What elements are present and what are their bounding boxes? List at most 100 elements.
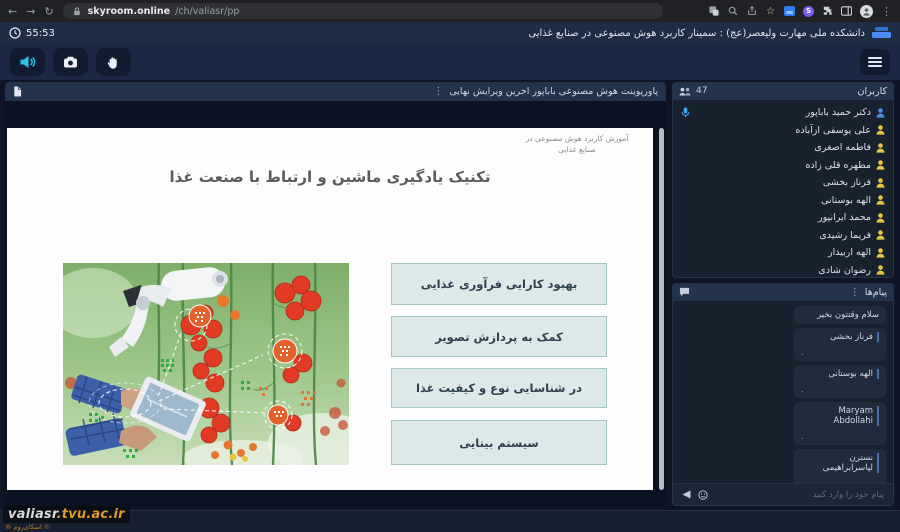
extension-blue-icon[interactable] (784, 6, 795, 16)
user-person-icon (876, 195, 885, 205)
url-host: skyroom.online (88, 6, 170, 17)
slide-bullet-box: در شناسایی نوع و کیفیت غذا (391, 368, 607, 408)
browser-back-icon[interactable]: ← (8, 6, 17, 17)
chat-message: الهه بوستانی. (794, 365, 886, 398)
speaker-button[interactable] (10, 48, 45, 76)
chat-message: فرناز بخشی. (794, 328, 886, 361)
presentation-file-title: پاورپوینت هوش مصنوعی باباپور اخرین ویرای… (449, 86, 658, 97)
users-list: دکتر حمید باباپور علی یوسفی ازآباده فاطمه … (672, 100, 894, 278)
chat-message-sender: نسترن لپاسرابراهیمی (801, 453, 879, 473)
chat-message-text: . (801, 349, 879, 357)
chat-message-list: سلام وقتتون بخیرفرناز بخشی.الهه بوستانی.… (673, 301, 893, 483)
lock-icon (72, 6, 83, 17)
user-name: الهه اربیدار (828, 247, 871, 258)
chat-message-sender: فرناز بخشی (801, 332, 879, 342)
browser-forward-icon[interactable]: → (26, 6, 35, 17)
user-name: رضوان شادی (818, 265, 871, 276)
chat-input[interactable]: پیام خود را وارد کنید (673, 483, 893, 505)
slide: آموزش کاربرد هوش مصنوعی در صنایع غذایی ت… (7, 128, 653, 490)
chat-message-text: . (801, 386, 879, 394)
org-logo (872, 27, 891, 39)
raise-hand-button[interactable] (96, 48, 131, 76)
user-list-item[interactable]: فرناز بخشی (673, 174, 893, 192)
slide-photo-greenhouse-robot (63, 263, 349, 465)
slide-bullet-box: بهبود کارایی فرآوری غذایی (391, 263, 607, 305)
user-person-icon (876, 248, 885, 258)
slide-title: تکنیک یادگیری ماشین و ارتباط با صنعت غذا (7, 168, 653, 186)
user-name: فرناز بخشی (823, 177, 871, 188)
sidebar: 47 کاربران دکتر حمید باباپور علی یوسفی از… (672, 82, 894, 506)
emoji-icon[interactable] (698, 490, 708, 500)
user-name: دکتر حمید باباپور (806, 107, 871, 118)
send-icon[interactable] (682, 490, 691, 499)
extension-s-icon[interactable]: S (803, 6, 814, 17)
user-list-item[interactable]: دکتر حمید باباپور (673, 104, 893, 122)
user-list-item[interactable]: رضوان شادی (673, 262, 893, 279)
user-list-item[interactable]: مطهره قلی زاده (673, 157, 893, 175)
browser-reload-icon[interactable]: ↻ (44, 6, 53, 17)
user-list-item[interactable]: فریما رشیدی (673, 227, 893, 245)
skyroom-credit: © اسکای‌روم ® (5, 523, 50, 531)
user-person-icon (876, 178, 885, 188)
user-person-icon (876, 125, 885, 135)
users-panel: 47 کاربران دکتر حمید باباپور علی یوسفی از… (672, 82, 894, 278)
chat-panel: ⋮ پیام‌ها سلام وقتتون بخیرفرناز بخشی.اله… (672, 283, 894, 506)
share-icon[interactable] (746, 6, 757, 17)
url-path: /ch/valiasr/pp (175, 6, 239, 17)
presentation-panel: ⋮ پاورپوینت هوش مصنوعی باباپور اخرین ویر… (5, 82, 666, 506)
extensions-puzzle-icon[interactable] (822, 6, 833, 17)
users-count: 47 (696, 86, 707, 96)
slide-bullet-box: سیستم بینایی (391, 420, 607, 465)
side-panel-icon[interactable] (841, 6, 852, 17)
user-name: الهه بوستانی (821, 195, 871, 206)
user-list-item[interactable]: علی یوسفی ازآباده (673, 122, 893, 140)
user-list-item[interactable]: فاطمه اصغری (673, 139, 893, 157)
mic-on-icon (681, 107, 690, 118)
slide-scrollbar[interactable] (659, 128, 664, 490)
profile-avatar[interactable] (860, 5, 873, 18)
bookmark-star-icon[interactable]: ☆ (765, 6, 776, 17)
browser-menu-icon[interactable]: ⋮ (881, 6, 892, 17)
chat-message-sender: Maryam Abdollahi (801, 406, 879, 426)
translate-icon[interactable] (708, 6, 719, 17)
chat-message-text: سلام وقتتون بخیر (801, 311, 879, 319)
chat-icon (679, 287, 690, 297)
users-panel-header: 47 کاربران (672, 82, 894, 100)
user-list-item[interactable]: الهه بوستانی (673, 192, 893, 210)
hamburger-icon (868, 57, 882, 59)
chat-panel-title: پیام‌ها (865, 287, 887, 298)
session-title: دانشکده ملی مهارت ولیعصر(عج) : سمینار کا… (528, 28, 865, 39)
footer-bar (0, 510, 900, 532)
chat-message: سلام وقتتون بخیر (794, 306, 886, 324)
chat-body: سلام وقتتون بخیرفرناز بخشی.الهه بوستانی.… (672, 301, 894, 506)
user-name: فریما رشیدی (819, 230, 871, 241)
browser-chrome: ← → ↻ skyroom.online/ch/valiasr/pp ☆ S (0, 0, 900, 22)
user-person-icon (876, 160, 885, 170)
media-toolbar (0, 44, 900, 80)
user-person-icon (876, 143, 885, 153)
chat-input-placeholder: پیام خود را وارد کنید (813, 490, 884, 500)
presentation-titlebar: ⋮ پاورپوینت هوش مصنوعی باباپور اخرین ویر… (5, 82, 666, 101)
clock-icon (9, 27, 21, 39)
users-panel-title: کاربران (857, 86, 887, 97)
user-list-item[interactable]: الهه اربیدار (673, 244, 893, 262)
chat-menu-icon[interactable]: ⋮ (850, 287, 860, 298)
user-list-item[interactable]: محمد ایرانپور (673, 209, 893, 227)
webcam-button[interactable] (53, 48, 88, 76)
session-header: 55:53 دانشکده ملی مهارت ولیعصر(عج) : سمی… (0, 22, 900, 44)
user-person-icon (876, 265, 885, 275)
session-timer: 55:53 (9, 27, 55, 39)
chat-message: نسترن لپاسرابراهیمی. (794, 449, 886, 483)
skyroom-app: ← → ↻ skyroom.online/ch/valiasr/pp ☆ S (0, 0, 900, 532)
slide-corner-note: آموزش کاربرد هوش مصنوعی در صنایع غذایی (507, 133, 647, 156)
presentation-menu-icon[interactable]: ⋮ (433, 86, 443, 97)
layout-menu-button[interactable] (860, 49, 890, 75)
speaker-icon (19, 55, 36, 69)
user-name: فاطمه اصغری (814, 142, 871, 153)
user-name: مطهره قلی زاده (805, 160, 871, 171)
main-area: ⋮ پاورپوینت هوش مصنوعی باباپور اخرین ویر… (0, 80, 900, 510)
search-icon[interactable] (727, 6, 738, 17)
site-watermark: valiasr.tvu.ac.ir (3, 506, 130, 523)
address-bar[interactable]: skyroom.online/ch/valiasr/pp (63, 3, 663, 19)
chat-message-sender: الهه بوستانی (801, 369, 879, 379)
